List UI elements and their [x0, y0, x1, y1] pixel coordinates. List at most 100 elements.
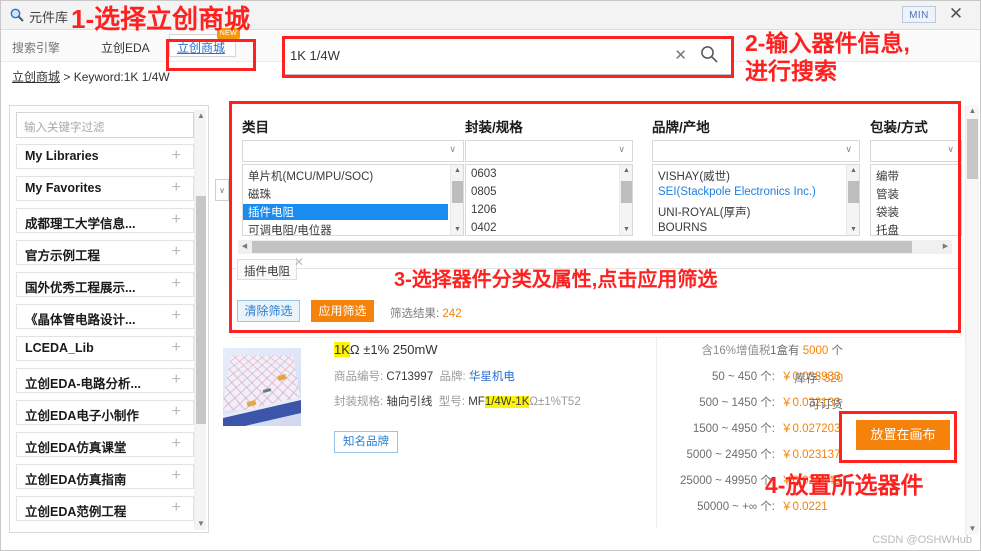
library-item[interactable]: 立创EDA-电路分析... + [16, 368, 194, 393]
model-highlight-1: 1/4W [484, 396, 512, 408]
main-scroll-up-icon[interactable]: ▲ [966, 105, 979, 117]
library-item-label: 《晶体管电路设计... [25, 313, 136, 327]
minimize-button[interactable]: MIN [902, 6, 936, 23]
library-item-add-icon[interactable]: + [172, 339, 181, 357]
annotation-step3: 3-选择器件分类及属性,点击应用筛选 [394, 269, 718, 291]
annotation-box-step2 [282, 36, 734, 78]
stock-info: 库存: 320 [794, 370, 843, 386]
library-item[interactable]: 国外优秀工程展示... + [16, 272, 194, 297]
library-item[interactable]: My Favorites + [16, 176, 194, 201]
stock-label: 库存: [794, 373, 821, 385]
price-tier-qty: 5000 ~ 24950 个: [686, 449, 775, 461]
library-item-add-icon[interactable]: + [172, 307, 181, 325]
sku-label: 商品编号: [334, 371, 384, 383]
library-item-add-icon[interactable]: + [172, 147, 181, 165]
annotation-step1: 1-选择立创商城 [71, 4, 251, 34]
library-item[interactable]: My Libraries + [16, 144, 194, 169]
box-quantity-value: 5000 [802, 345, 829, 357]
famous-brand-badge[interactable]: 知名品牌 [334, 431, 398, 453]
library-item-add-icon[interactable]: + [172, 243, 181, 261]
product-title-rest: Ω ±1% 250mW [349, 342, 438, 357]
library-item-label: 立创EDA范例工程 [25, 505, 127, 519]
library-item-add-icon[interactable]: + [172, 467, 181, 485]
library-item[interactable]: 立创EDA仿真指南 + [16, 464, 194, 489]
main-scrollbar-thumb[interactable] [967, 119, 978, 179]
tab-lceda[interactable]: 立创EDA [101, 39, 150, 56]
model-prefix: MF [468, 396, 485, 408]
library-scrollbar[interactable]: ▲ ▼ [194, 110, 206, 530]
library-item[interactable]: 官方示例工程 + [16, 240, 194, 265]
annotation-step4: 4-放置所选器件 [765, 472, 924, 498]
library-item-label: LCEDA_Lib [25, 341, 94, 355]
package-label: 封装规格: [334, 396, 384, 408]
price-tier-qty: 500 ~ 1450 个: [699, 397, 775, 409]
price-tier-row: 1500 ~ 4950 个: ￥0.027203 [561, 420, 851, 436]
library-item-add-icon[interactable]: + [172, 179, 181, 197]
annotation-box-step3 [229, 101, 961, 333]
scroll-up-icon[interactable]: ▲ [195, 110, 207, 122]
price-tier-qty: 1500 ~ 4950 个: [692, 423, 775, 435]
orderable-status: 可订货 [808, 399, 844, 411]
library-item[interactable]: 《晶体管电路设计... + [16, 304, 194, 329]
breadcrumb-root[interactable]: 立创商城 [12, 70, 60, 84]
library-item-label: 立创EDA仿真指南 [25, 473, 127, 487]
library-panel: 输入关键字过滤 My Libraries + My Favorites + 成都理工大学… [9, 105, 209, 533]
library-item-label: My Favorites [25, 181, 102, 195]
price-tier-row: 500 ~ 1450 个: ￥0.032133 [561, 394, 851, 410]
watermark: CSDN @OSHWHub [872, 534, 972, 546]
library-item-label: 立创EDA电子小制作 [25, 409, 139, 423]
product-title-highlight: 1K [334, 342, 350, 357]
package-value: 轴向引线 [386, 396, 433, 408]
price-tier-row: 50000 ~ +∞ 个: ￥0.0221 [561, 498, 851, 514]
library-item-add-icon[interactable]: + [172, 371, 181, 389]
product-meta-line2: 封装规格: 轴向引线 型号: MF1/4W-1KΩ±1%T52 [334, 393, 581, 409]
magnifier-icon [9, 7, 25, 23]
library-item-add-icon[interactable]: + [172, 211, 181, 229]
library-item-add-icon[interactable]: + [172, 499, 181, 517]
library-item-add-icon[interactable]: + [172, 275, 181, 293]
product-title[interactable]: 1KΩ ±1% 250mW [334, 342, 438, 357]
library-item-add-icon[interactable]: + [172, 403, 181, 421]
annotation-step2-line2: 进行搜索 [745, 58, 837, 84]
search-engine-label: 搜索引擎 [12, 41, 61, 55]
library-filter-input[interactable]: 输入关键字过滤 [16, 112, 194, 138]
library-filter-placeholder: 输入关键字过滤 [24, 122, 105, 134]
library-item-label: 立创EDA仿真课堂 [25, 441, 127, 455]
box-quantity: 1盒有 5000 个 [770, 342, 843, 358]
price-tier-qty: 25000 ~ 49950 个: [680, 475, 775, 487]
breadcrumb-separator: > [60, 70, 74, 84]
breadcrumb-keyword: Keyword:1K 1/4W [73, 70, 170, 84]
library-item-label: 成都理工大学信息... [25, 217, 136, 231]
library-item[interactable]: 立创EDA范例工程 + [16, 496, 194, 521]
sku-value: C713997 [386, 371, 434, 383]
breadcrumb: 立创商城 > Keyword:1K 1/4W [12, 68, 170, 85]
main-scrollbar[interactable]: ▲ ▼ [965, 105, 979, 535]
scrollbar-thumb[interactable] [196, 196, 206, 424]
library-item[interactable]: 成都理工大学信息... + [16, 208, 194, 233]
brand-label: 品牌: [439, 371, 466, 383]
scroll-down-icon[interactable]: ▼ [195, 518, 207, 530]
price-tier-qty: 50000 ~ +∞ 个: [697, 501, 775, 513]
library-item-label: My Libraries [25, 149, 99, 163]
product-thumbnail[interactable] [223, 348, 301, 426]
library-item[interactable]: LCEDA_Lib + [16, 336, 194, 361]
brand-value[interactable]: 华星机电 [469, 371, 515, 383]
library-item[interactable]: 立创EDA仿真课堂 + [16, 432, 194, 457]
library-item-label: 立创EDA-电路分析... [25, 377, 141, 391]
price-tier-qty: 50 ~ 450 个: [712, 371, 775, 383]
library-item-label: 国外优秀工程展示... [25, 281, 136, 295]
box-quantity-unit: 个 [831, 345, 844, 357]
window-title: 元件库 [29, 10, 69, 25]
annotation-box-step1 [166, 39, 256, 71]
annotation-box-step4 [839, 411, 957, 463]
price-tier-value: ￥0.0221 [781, 501, 828, 513]
library-item[interactable]: 立创EDA电子小制作 + [16, 400, 194, 425]
model-highlight-2: 1K [515, 396, 530, 408]
result-divider [656, 337, 657, 527]
library-item-label: 官方示例工程 [25, 249, 101, 263]
price-tier-row: 5000 ~ 24950 个: ￥0.023137 [561, 446, 851, 462]
panel-collapse-toggle[interactable]: ∨ [215, 179, 229, 201]
annotation-step2-line1: 2-输入器件信息, [745, 30, 910, 56]
library-item-add-icon[interactable]: + [172, 435, 181, 453]
close-icon[interactable]: ✕ [946, 4, 966, 24]
